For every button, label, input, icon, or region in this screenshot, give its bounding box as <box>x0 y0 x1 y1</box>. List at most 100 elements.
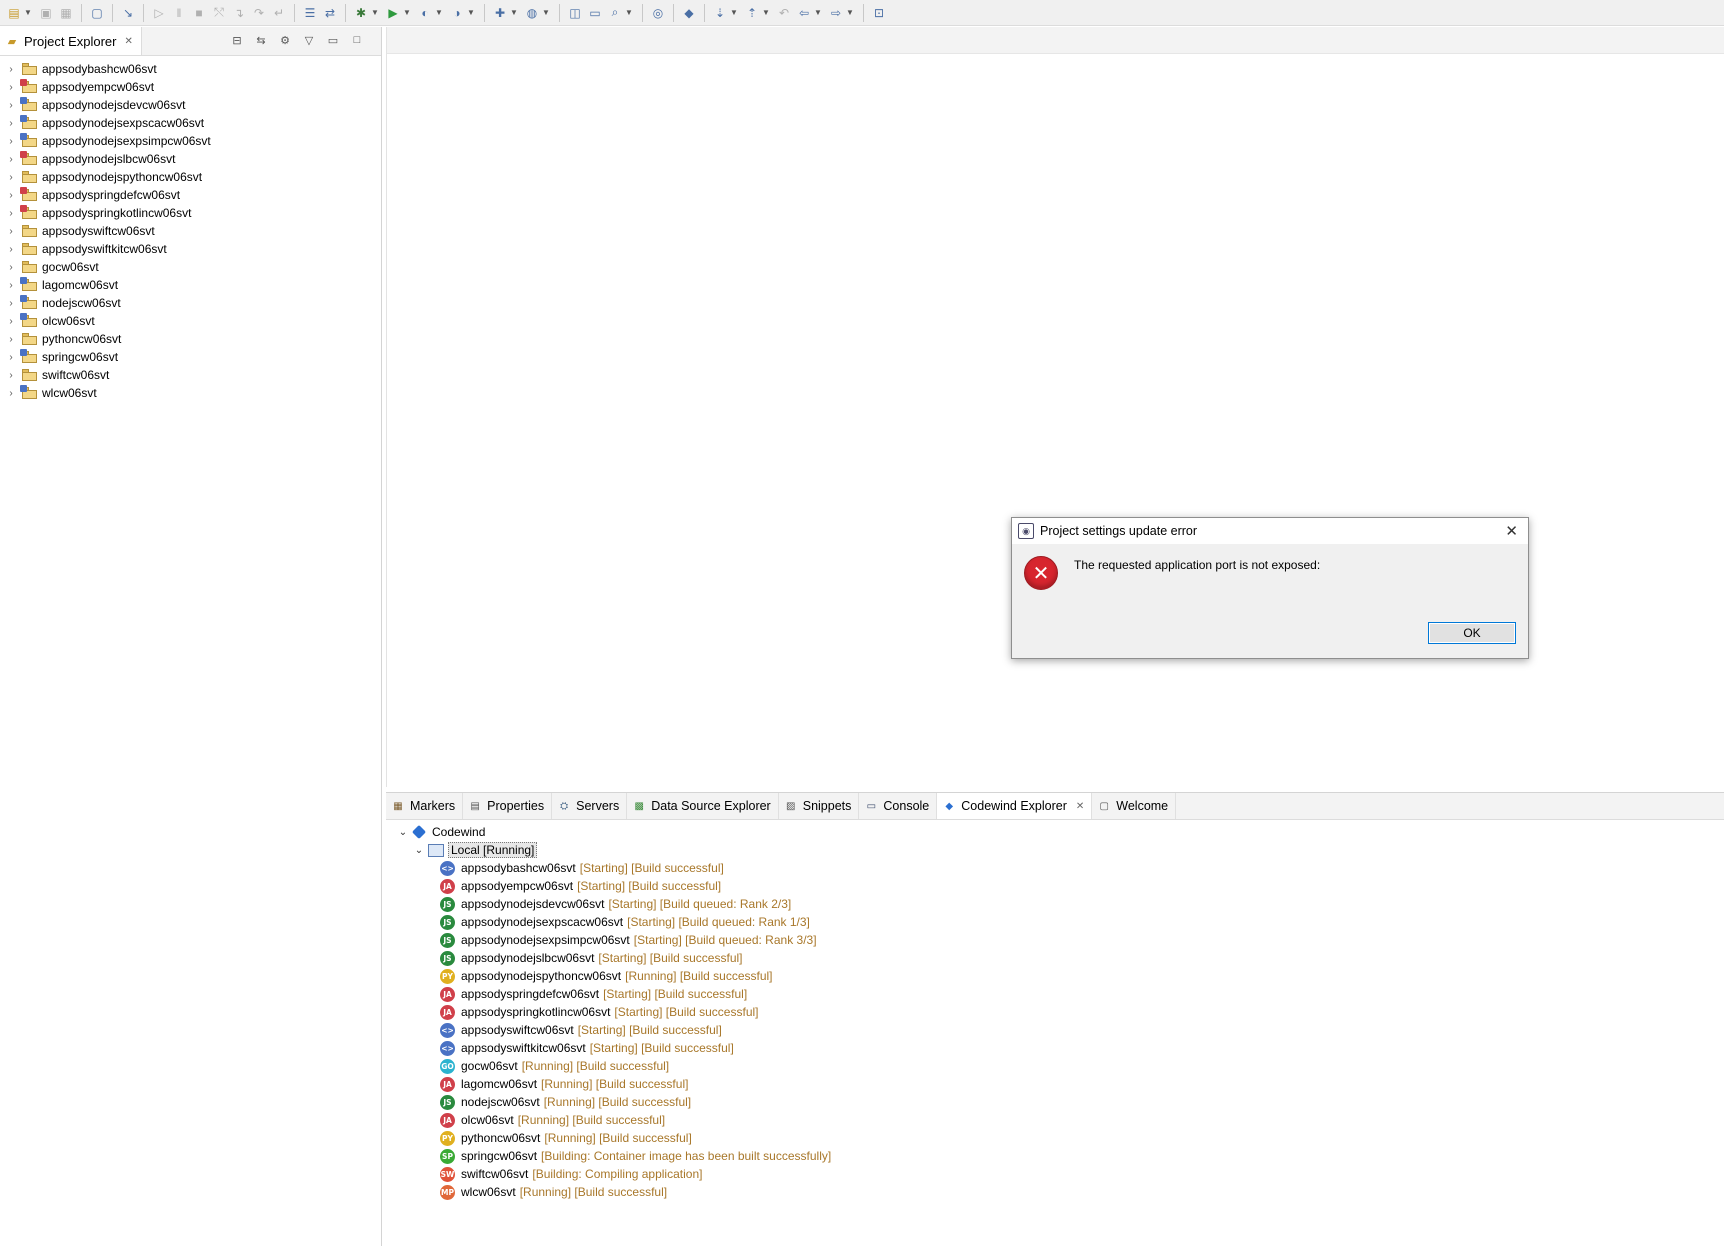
tree-item[interactable]: › gocw06svt <box>0 258 381 276</box>
resume-icon[interactable]: ▷ <box>150 4 168 22</box>
codewind-project-row[interactable]: JS appsodynodejsexpscacw06svt [Starting] [… <box>386 913 1724 931</box>
tree-item[interactable]: › springcw06svt <box>0 348 381 366</box>
suspend-icon[interactable]: ‖ <box>170 4 188 22</box>
chevron-right-icon[interactable]: › <box>0 136 18 147</box>
ok-button[interactable]: OK <box>1428 622 1516 644</box>
tab-servers[interactable]: ⛭ Servers <box>552 793 628 819</box>
close-icon[interactable]: ✕ <box>124 36 132 47</box>
save-icon[interactable]: ▣ <box>37 4 55 22</box>
tree-item[interactable]: › nodejscw06svt <box>0 294 381 312</box>
tree-item[interactable]: › appsodyempcw06svt <box>0 78 381 96</box>
dropdown-arrow-icon[interactable]: ▼ <box>510 8 518 17</box>
dropdown-arrow-icon[interactable]: ▼ <box>762 8 770 17</box>
tree-item[interactable]: › appsodyspringkotlincw06svt <box>0 204 381 222</box>
close-icon[interactable]: ✕ <box>1076 801 1084 812</box>
tree-item[interactable]: › olcw06svt <box>0 312 381 330</box>
dropdown-arrow-icon[interactable]: ▼ <box>435 8 443 17</box>
step-into-icon[interactable]: ↴ <box>230 4 248 22</box>
codewind-project-row[interactable]: <> appsodyswiftkitcw06svt [Starting] [Buil… <box>386 1039 1724 1057</box>
prev-annotation-icon[interactable]: ⇡ <box>743 4 761 22</box>
save-all-icon[interactable]: ▦ <box>57 4 75 22</box>
minimize-icon[interactable]: ▭ <box>325 32 341 48</box>
link-with-editor-icon[interactable]: ⇆ <box>253 32 269 48</box>
codewind-root-node[interactable]: ⌄ Codewind <box>386 823 1724 841</box>
chevron-right-icon[interactable]: › <box>0 118 18 129</box>
dropdown-arrow-icon[interactable]: ▼ <box>730 8 738 17</box>
chevron-right-icon[interactable]: › <box>0 388 18 399</box>
chevron-right-icon[interactable]: › <box>0 190 18 201</box>
codewind-project-row[interactable]: JS appsodynodejsexpsimpcw06svt [Starting] … <box>386 931 1724 949</box>
forward-icon[interactable]: ⇨ <box>827 4 845 22</box>
debug-icon[interactable]: ✱ <box>352 4 370 22</box>
chevron-right-icon[interactable]: › <box>0 334 18 345</box>
chevron-down-icon[interactable]: ⌄ <box>412 845 426 856</box>
dropdown-arrow-icon[interactable]: ▼ <box>542 8 550 17</box>
tree-item[interactable]: › appsodynodejsexpscacw06svt <box>0 114 381 132</box>
dropdown-arrow-icon[interactable]: ▼ <box>467 8 475 17</box>
terminate-icon[interactable]: ■ <box>190 4 208 22</box>
codewind-local-node[interactable]: ⌄ Local [Running] <box>386 841 1724 859</box>
chevron-right-icon[interactable]: › <box>0 82 18 93</box>
chevron-right-icon[interactable]: › <box>0 208 18 219</box>
collapse-all-icon[interactable]: ⊟ <box>229 32 245 48</box>
chevron-right-icon[interactable]: › <box>0 262 18 273</box>
tree-item[interactable]: › appsodynodejslbcw06svt <box>0 150 381 168</box>
new-web-icon[interactable]: ◍ <box>523 4 541 22</box>
profile-icon[interactable]: ◑ <box>448 4 466 22</box>
codewind-project-row[interactable]: <> appsodybashcw06svt [Starting] [Build su… <box>386 859 1724 877</box>
tree-item[interactable]: › appsodynodejspythoncw06svt <box>0 168 381 186</box>
chevron-right-icon[interactable]: › <box>0 370 18 381</box>
codewind-project-row[interactable]: <> appsodyswiftcw06svt [Starting] [Build s… <box>386 1021 1724 1039</box>
tree-item[interactable]: › appsodyspringdefcw06svt <box>0 186 381 204</box>
tree-item[interactable]: › appsodyswiftcw06svt <box>0 222 381 240</box>
codewind-project-row[interactable]: JA appsodyspringdefcw06svt [Starting] [Bui… <box>386 985 1724 1003</box>
filter-icon[interactable]: ⚙ <box>277 32 293 48</box>
tab-welcome[interactable]: ▢ Welcome <box>1092 793 1177 819</box>
codewind-project-row[interactable]: GO gocw06svt [Running] [Build successful] <box>386 1057 1724 1075</box>
chevron-right-icon[interactable]: › <box>0 64 18 75</box>
dropdown-arrow-icon[interactable]: ▼ <box>846 8 854 17</box>
globe-icon[interactable]: ◎ <box>649 4 667 22</box>
tab-project-explorer[interactable]: ▰ Project Explorer ✕ <box>0 27 142 55</box>
terminal-icon[interactable]: ▢ <box>88 4 106 22</box>
back-icon[interactable]: ⇦ <box>795 4 813 22</box>
run-icon[interactable]: ▶ <box>384 4 402 22</box>
tree-item[interactable]: › lagomcw06svt <box>0 276 381 294</box>
chevron-right-icon[interactable]: › <box>0 316 18 327</box>
coverage-icon[interactable]: ◐ <box>416 4 434 22</box>
tab-snippets[interactable]: ▨ Snippets <box>779 793 860 819</box>
tree-item[interactable]: › pythoncw06svt <box>0 330 381 348</box>
dropdown-arrow-icon[interactable]: ▼ <box>814 8 822 17</box>
chevron-right-icon[interactable]: › <box>0 226 18 237</box>
disconnect-icon[interactable]: ⤲ <box>210 4 228 22</box>
next-annotation-icon[interactable]: ⇣ <box>711 4 729 22</box>
codewind-project-row[interactable]: JS nodejscw06svt [Running] [Build successf… <box>386 1093 1724 1111</box>
pin-icon[interactable]: ⊡ <box>870 4 888 22</box>
step-over-icon[interactable]: ↷ <box>250 4 268 22</box>
dropdown-arrow-icon[interactable]: ▼ <box>403 8 411 17</box>
tab-codewind-explorer[interactable]: ◆ Codewind Explorer ✕ <box>937 793 1093 819</box>
chevron-right-icon[interactable]: › <box>0 154 18 165</box>
codewind-icon[interactable]: ◆ <box>680 4 698 22</box>
codewind-project-row[interactable]: JS appsodynodejsdevcw06svt [Starting] [Bui… <box>386 895 1724 913</box>
codewind-project-row[interactable]: JA appsodyspringkotlincw06svt [Starting] [… <box>386 1003 1724 1021</box>
chevron-right-icon[interactable]: › <box>0 244 18 255</box>
tab-markers[interactable]: ▦ Markers <box>386 793 464 819</box>
maximize-icon[interactable]: □ <box>349 32 365 48</box>
tree-item[interactable]: › appsodynodejsexpsimpcw06svt <box>0 132 381 150</box>
chevron-right-icon[interactable]: › <box>0 280 18 291</box>
new-icon[interactable]: ▤ <box>5 4 23 22</box>
new-wizard-icon[interactable]: ✚ <box>491 4 509 22</box>
tab-data-source-explorer[interactable]: ▩ Data Source Explorer <box>627 793 779 819</box>
codewind-project-row[interactable]: MP wlcw06svt [Running] [Build successful] <box>386 1183 1724 1201</box>
view-menu-icon[interactable]: ▽ <box>301 32 317 48</box>
codewind-project-row[interactable]: SW swiftcw06svt [Building: Compiling appli… <box>386 1165 1724 1183</box>
tab-console[interactable]: ▭ Console <box>859 793 938 819</box>
toggle-mark-icon[interactable]: ⇄ <box>321 4 339 22</box>
dropdown-arrow-icon[interactable]: ▼ <box>24 8 32 17</box>
codewind-project-row[interactable]: PY pythoncw06svt [Running] [Build successf… <box>386 1129 1724 1147</box>
codewind-project-row[interactable]: JA appsodyempcw06svt [Starting] [Build suc… <box>386 877 1724 895</box>
chevron-right-icon[interactable]: › <box>0 100 18 111</box>
tree-item[interactable]: › appsodynodejsdevcw06svt <box>0 96 381 114</box>
chevron-down-icon[interactable]: ⌄ <box>396 827 410 838</box>
